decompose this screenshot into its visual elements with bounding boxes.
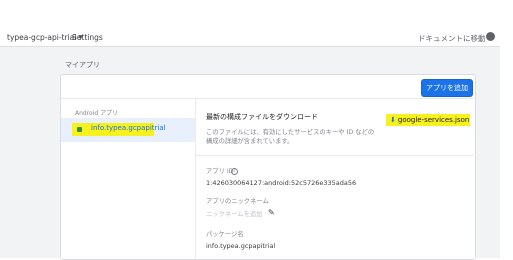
config-heading: 最新の構成ファイルをダウンロード bbox=[206, 113, 318, 121]
config-description: このファイルには、有効にしたサービスのキーや ID などの構成の詳細が含まれてい… bbox=[206, 129, 375, 145]
nickname-input[interactable]: ニックネームを追加 bbox=[206, 209, 262, 218]
avatar[interactable] bbox=[486, 32, 495, 41]
package-label: パッケージ名 bbox=[206, 231, 244, 238]
nickname-label: アプリのニックネーム bbox=[206, 198, 269, 205]
app-id-value: 1:426030064127:android:52c5726e335ada56 bbox=[206, 179, 357, 187]
divider bbox=[195, 99, 196, 258]
pencil-icon[interactable]: ✎ bbox=[268, 208, 275, 217]
package-value: info.typea.gcpapitrial bbox=[206, 242, 276, 250]
project-name: typea-gcp-api-trial bbox=[7, 33, 77, 42]
docs-link[interactable]: ドキュメントに移動 bbox=[418, 33, 486, 44]
download-config-label: google-services.json bbox=[397, 116, 470, 124]
android-icon bbox=[77, 127, 82, 132]
top-navigation-bar: typea-gcp-api-trial ▼ Settings ドキュメントに移動 bbox=[0, 30, 500, 47]
download-config-button[interactable]: ⬇ google-services.json bbox=[386, 114, 470, 126]
page-title: マイアプリ bbox=[65, 61, 100, 69]
platform-label: Android アプリ bbox=[75, 110, 119, 117]
help-circle-icon[interactable]: ? bbox=[231, 168, 238, 175]
app-list-item-content[interactable]: info.typea.gcpapitrial bbox=[61, 118, 195, 142]
app-package-label: info.typea.gcpapitrial bbox=[91, 124, 166, 132]
add-app-button[interactable]: アプリを追加 bbox=[421, 79, 473, 97]
settings-link[interactable]: Settings bbox=[72, 33, 103, 42]
download-icon: ⬇ bbox=[390, 116, 396, 124]
app-id-label: アプリ ID bbox=[206, 168, 234, 175]
divider bbox=[196, 155, 474, 156]
